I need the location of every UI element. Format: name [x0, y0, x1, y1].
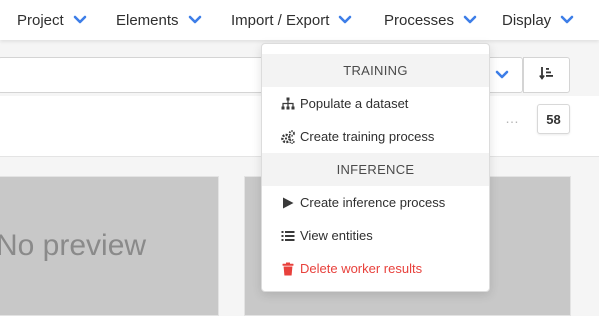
chevron-down-icon	[73, 15, 87, 25]
chevron-down-icon	[463, 15, 477, 25]
menu-item-label: Create inference process	[300, 195, 446, 210]
sort-amount-icon	[538, 65, 555, 86]
nav-processes[interactable]: Processes	[384, 0, 477, 40]
list-icon	[281, 229, 295, 243]
nav-elements-label: Elements	[116, 11, 179, 29]
nav-display[interactable]: Display	[502, 0, 574, 40]
menu-item-label: Create training process	[300, 129, 435, 144]
nav-project-label: Project	[17, 11, 64, 29]
menu-item-create-inference-process[interactable]: Create inference process	[262, 186, 489, 219]
menu-item-populate-dataset[interactable]: Populate a dataset	[262, 87, 489, 120]
chevron-down-icon	[338, 15, 352, 25]
sitemap-icon	[281, 97, 295, 111]
menu-item-view-entities[interactable]: View entities	[262, 219, 489, 252]
processes-dropdown-menu: TRAINING Populate a dataset Create train…	[261, 43, 490, 292]
sort-button[interactable]	[523, 57, 570, 93]
chevron-down-icon	[188, 15, 202, 25]
cogs-icon	[281, 129, 295, 144]
chevron-down-icon	[560, 15, 574, 25]
nav-project[interactable]: Project	[17, 0, 87, 40]
menu-item-label: View entities	[300, 228, 373, 243]
nav-display-label: Display	[502, 11, 552, 29]
nav-import-export[interactable]: Import / Export	[231, 0, 352, 40]
chevron-down-icon[interactable]	[494, 68, 510, 82]
play-icon	[281, 196, 295, 210]
nav-elements[interactable]: Elements	[116, 0, 202, 40]
menu-item-label: Populate a dataset	[300, 96, 409, 111]
trash-icon	[281, 262, 295, 276]
menu-item-create-training-process[interactable]: Create training process	[262, 120, 489, 153]
pagination-ellipsis: …	[505, 110, 520, 126]
inference-section-header: INFERENCE	[262, 153, 489, 186]
top-navbar: Project Elements Import / Export Process…	[0, 0, 599, 40]
no-preview-text: No preview	[0, 229, 147, 262]
nav-import-export-label: Import / Export	[231, 11, 330, 29]
page-number-button[interactable]: 58	[537, 104, 570, 134]
training-section-header: TRAINING	[262, 54, 489, 87]
menu-item-label: Delete worker results	[300, 261, 423, 276]
nav-processes-label: Processes	[384, 11, 455, 29]
menu-item-delete-worker-results[interactable]: Delete worker results	[262, 252, 489, 285]
